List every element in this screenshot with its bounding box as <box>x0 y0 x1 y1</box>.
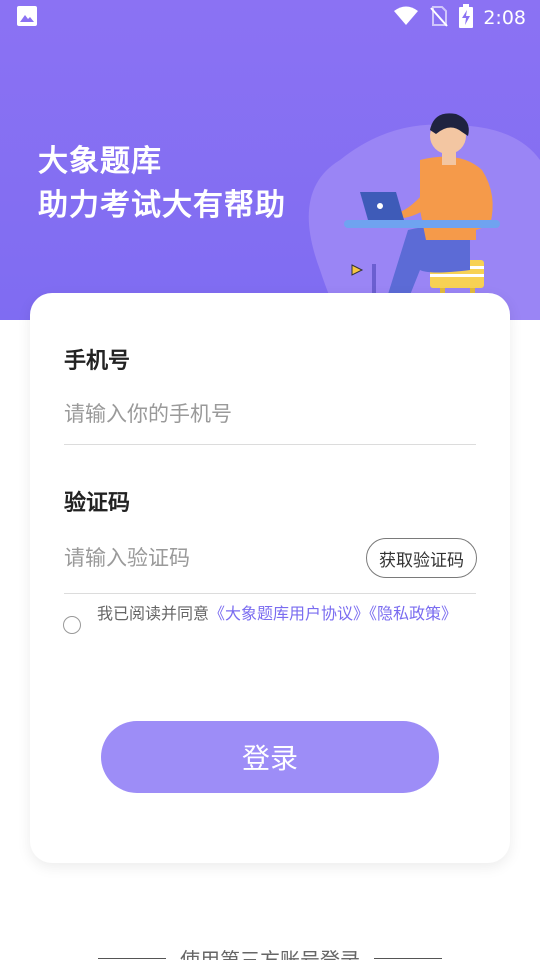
login-card: 手机号 验证码 获取验证码 我已阅读并同意《大象题库用户协议》《隐私政策》 登录 <box>30 293 510 863</box>
phone-input[interactable] <box>64 393 476 435</box>
no-sim-icon <box>429 5 449 31</box>
agreement-checkbox[interactable] <box>63 616 81 634</box>
header-banner: 2:08 大象题库 助力考试大有帮助 <box>0 0 540 320</box>
third-party-label: 使用第三方账号登录 <box>180 947 360 960</box>
agreement-text: 我已阅读并同意《大象题库用户协议》《隐私政策》 <box>97 604 457 634</box>
code-divider <box>64 593 476 594</box>
status-time: 2:08 <box>483 7 526 29</box>
app-title: 大象题库 <box>38 144 162 179</box>
phone-label: 手机号 <box>64 349 131 374</box>
agreement-prefix: 我已阅读并同意 <box>97 604 210 623</box>
divider-left <box>98 957 166 959</box>
third-party-login: 使用第三方账号登录 <box>0 943 540 960</box>
phone-divider <box>64 444 476 445</box>
status-bar: 2:08 <box>0 0 540 36</box>
privacy-policy-link[interactable]: 《隐私政策》 <box>369 604 457 623</box>
divider-right <box>374 957 442 959</box>
code-label: 验证码 <box>64 491 131 516</box>
agreement-row: 我已阅读并同意《大象题库用户协议》《隐私政策》 <box>63 604 483 634</box>
user-agreement-link[interactable]: 《大象题库用户协议》 <box>209 604 369 623</box>
image-icon <box>16 5 38 31</box>
app-subtitle: 助力考试大有帮助 <box>38 188 286 223</box>
code-input[interactable] <box>64 537 354 579</box>
person-laptop-illustration <box>308 113 540 320</box>
wifi-icon <box>393 5 419 31</box>
login-button[interactable]: 登录 <box>101 721 439 793</box>
battery-charging-icon <box>459 4 474 32</box>
slogan: 大象题库 助力考试大有帮助 <box>38 140 286 228</box>
get-code-button[interactable]: 获取验证码 <box>366 538 477 578</box>
